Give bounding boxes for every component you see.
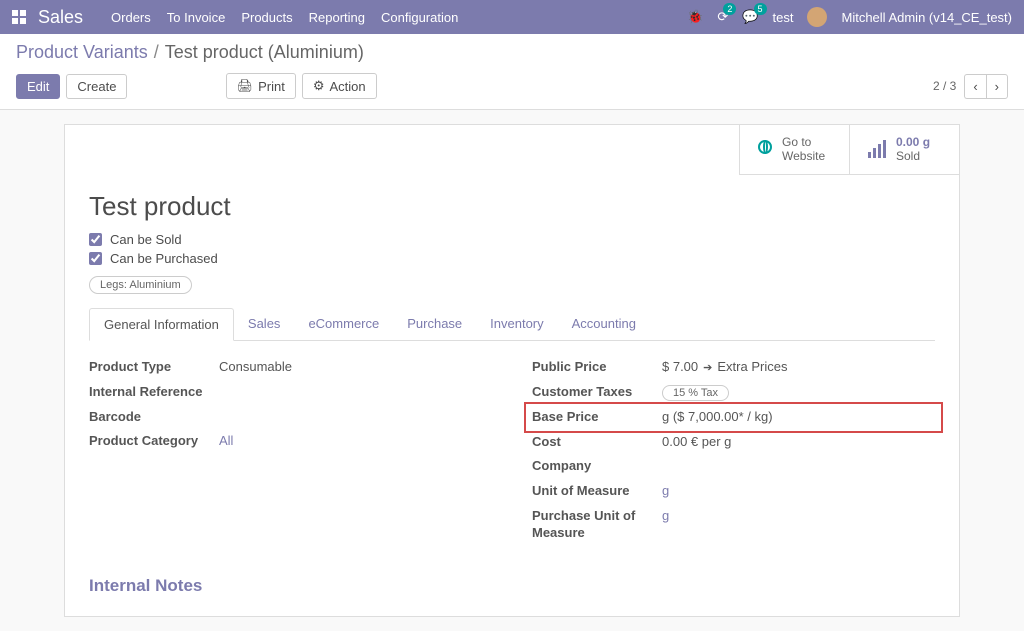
sheet-wrap: Go toWebsite 0.00 gSold Test product Can…: [0, 110, 1024, 631]
tab-sales[interactable]: Sales: [234, 308, 295, 340]
breadcrumb-current: Test product (Aluminium): [165, 42, 364, 62]
tab-general-information[interactable]: General Information: [89, 308, 234, 341]
highlight-base-price: Base Priceg ($ 7,000.00* / kg): [524, 402, 943, 433]
tab-inventory[interactable]: Inventory: [476, 308, 557, 340]
tab-purchase[interactable]: Purchase: [393, 308, 476, 340]
value-public-price: $ 7.00: [662, 359, 698, 374]
action-button[interactable]: ⚙Action: [302, 73, 377, 99]
navbar-menu: Orders To Invoice Products Reporting Con…: [111, 10, 458, 25]
print-icon: 🖨: [237, 78, 254, 94]
value-internal-reference: [219, 384, 492, 401]
right-column: Public Price$ 7.00 ➔ Extra Prices Customer…: [532, 359, 935, 550]
bars-icon: [868, 140, 886, 158]
label-internal-reference: Internal Reference: [89, 384, 219, 401]
value-product-type: Consumable: [219, 359, 492, 376]
value-purchase-uom[interactable]: g: [662, 508, 935, 542]
create-button[interactable]: Create: [66, 74, 127, 99]
value-unit-of-measure[interactable]: g: [662, 483, 935, 500]
user-name[interactable]: Mitchell Admin (v14_CE_test): [841, 10, 1012, 25]
edit-button[interactable]: Edit: [16, 74, 60, 99]
control-panel: Product Variants/Test product (Aluminium…: [0, 34, 1024, 110]
label-company: Company: [532, 458, 662, 475]
avatar[interactable]: [807, 7, 827, 27]
tab-accounting[interactable]: Accounting: [558, 308, 650, 340]
can-be-purchased-label: Can be Purchased: [110, 251, 218, 266]
variant-tag: Legs: Aluminium: [89, 276, 192, 294]
link-extra-prices[interactable]: Extra Prices: [717, 359, 787, 374]
form-sheet: Go toWebsite 0.00 gSold Test product Can…: [64, 124, 960, 617]
print-button[interactable]: 🖨Print: [226, 73, 296, 99]
can-be-sold-label: Can be Sold: [110, 232, 182, 247]
label-purchase-uom: Purchase Unit of Measure: [532, 508, 662, 542]
tabs: General Information Sales eCommerce Purc…: [89, 308, 935, 341]
breadcrumb-root[interactable]: Product Variants: [16, 42, 148, 62]
page-title: Test product: [89, 191, 935, 222]
tab-ecommerce[interactable]: eCommerce: [294, 308, 393, 340]
navbar: Sales Orders To Invoice Products Reporti…: [0, 0, 1024, 34]
label-product-category: Product Category: [89, 433, 219, 450]
value-base-price: g ($ 7,000.00* / kg): [662, 409, 935, 426]
pager-text[interactable]: 2 / 3: [933, 79, 956, 93]
label-barcode: Barcode: [89, 409, 219, 426]
menu-products[interactable]: Products: [241, 10, 292, 25]
value-company: [662, 458, 935, 475]
globe-icon: [758, 140, 772, 159]
label-unit-of-measure: Unit of Measure: [532, 483, 662, 500]
pager-prev[interactable]: ‹: [964, 74, 985, 99]
stat-buttons: Go toWebsite 0.00 gSold: [65, 125, 959, 175]
app-brand[interactable]: Sales: [38, 7, 83, 28]
db-name: test: [773, 10, 794, 25]
menu-reporting[interactable]: Reporting: [309, 10, 365, 25]
menu-to-invoice[interactable]: To Invoice: [167, 10, 226, 25]
arrow-right-icon: ➔: [703, 362, 712, 374]
stat-sold[interactable]: 0.00 gSold: [849, 125, 959, 175]
label-base-price: Base Price: [532, 409, 662, 426]
menu-orders[interactable]: Orders: [111, 10, 151, 25]
can-be-sold-checkbox[interactable]: [89, 233, 102, 246]
value-product-category[interactable]: All: [219, 433, 492, 450]
label-customer-taxes: Customer Taxes: [532, 384, 662, 401]
tax-tag: 15 % Tax: [662, 385, 729, 401]
section-internal-notes: Internal Notes: [89, 576, 935, 596]
stat-go-to-website[interactable]: Go toWebsite: [739, 125, 849, 175]
apps-icon[interactable]: [12, 10, 26, 24]
navbar-right: 🐞 ⟳2 💬5 test Mitchell Admin (v14_CE_test…: [687, 7, 1012, 27]
can-be-purchased-checkbox[interactable]: [89, 252, 102, 265]
label-public-price: Public Price: [532, 359, 662, 376]
value-cost: 0.00 € per g: [662, 434, 935, 451]
chat-icon[interactable]: 💬5: [742, 9, 758, 25]
gear-icon: ⚙: [313, 78, 325, 94]
breadcrumb: Product Variants/Test product (Aluminium…: [16, 42, 1008, 63]
label-cost: Cost: [532, 434, 662, 451]
bug-icon[interactable]: 🐞: [687, 9, 703, 25]
menu-configuration[interactable]: Configuration: [381, 10, 458, 25]
value-barcode: [219, 409, 492, 426]
activity-icon[interactable]: ⟳2: [717, 9, 728, 25]
label-product-type: Product Type: [89, 359, 219, 376]
pager-next[interactable]: ›: [986, 74, 1008, 99]
left-column: Product TypeConsumable Internal Referenc…: [89, 359, 492, 550]
